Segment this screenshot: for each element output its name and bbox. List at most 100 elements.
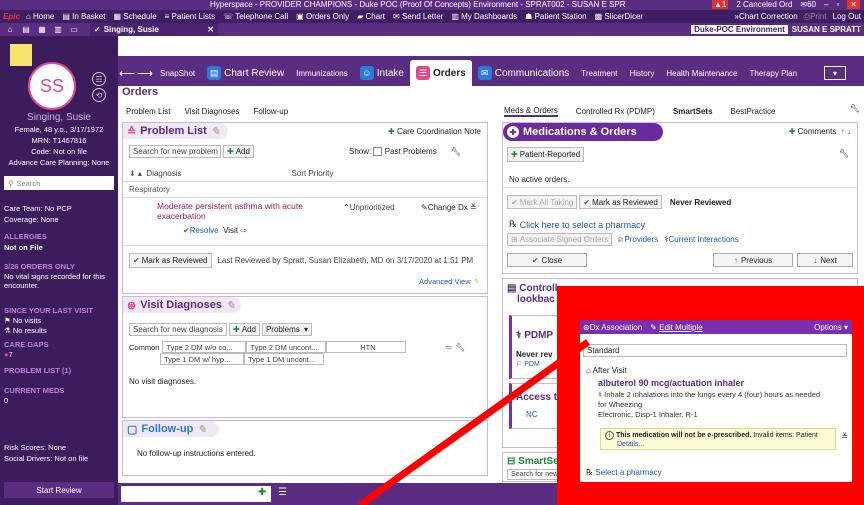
sidebar-search[interactable]: ⚲ Search <box>4 176 114 190</box>
toolbar-patient-lists[interactable]: ≡ Patient Lists <box>165 12 215 21</box>
minimize-button[interactable]: – <box>824 0 828 9</box>
advanced-view-link[interactable]: Advanced View ✎ <box>419 277 479 286</box>
edit-pencil-icon[interactable]: ✎ <box>197 423 206 436</box>
providers-link[interactable]: ☺Providers <box>616 235 658 244</box>
add-diagnosis-button[interactable]: ✚ Add <box>229 323 260 336</box>
inbox-icon[interactable]: ▤ <box>20 25 32 34</box>
tab-history[interactable]: History <box>623 60 660 86</box>
back-arrow-icon[interactable]: ⟵ <box>118 60 136 86</box>
sticky-note-icon[interactable] <box>10 44 32 66</box>
monitor-icon[interactable]: ▭ <box>68 25 80 34</box>
toolbar-telephone[interactable]: ☏ Telephone Call <box>223 12 288 21</box>
edit-pencil-icon[interactable]: ✎ <box>226 299 235 312</box>
edit-pencil-icon[interactable]: ✎ <box>211 125 220 138</box>
care-team[interactable]: Care Team: No PCP <box>4 204 116 213</box>
common-dx-1[interactable]: Type 2 DM w/o co... <box>162 341 247 353</box>
toolbar-slicerdicer[interactable]: ▩ SlicerDicer <box>595 12 643 21</box>
close-tab-icon[interactable]: ✕ <box>207 25 214 34</box>
wrench-icon[interactable]: 🔧︎ <box>839 149 849 158</box>
plus-icon[interactable]: ✚ <box>258 487 266 498</box>
care-coordination-link[interactable]: ✚ Care Coordination Note <box>388 127 481 136</box>
toolbar-orders-only[interactable]: ▣ Orders Only <box>296 12 349 21</box>
tab-health-maintenance[interactable]: Health Maintenance <box>660 60 743 86</box>
alerts-badge[interactable]: ▲1 <box>711 0 729 9</box>
dx-association-button[interactable]: ⊛Dx Association <box>583 323 642 332</box>
social-drivers[interactable]: Social Drivers: Not on file <box>4 454 116 463</box>
collapse-icon[interactable]: ≚ <box>841 432 848 441</box>
tab-communications[interactable]: ✉ Communications <box>472 60 575 86</box>
problems-dropdown[interactable]: Problems ▾ <box>261 323 312 336</box>
avatar[interactable]: SS <box>28 62 76 110</box>
tab-orders[interactable]: ☰ Orders <box>410 60 472 86</box>
common-dx-5[interactable]: Type 1 DM uncont... <box>244 353 324 365</box>
section-tab-follow-up[interactable]: Follow-up <box>253 107 288 116</box>
edit-multiple-button[interactable]: ✎ Edit Multiple <box>650 323 703 332</box>
options-dropdown[interactable]: Options ▾ <box>814 323 852 332</box>
toolbar-chart[interactable]: ▰ Chart <box>357 12 385 21</box>
section-tab-smartsets[interactable]: SmartSets <box>673 107 713 116</box>
resolve-link[interactable]: Resolve <box>190 226 219 235</box>
toolbar-schedule[interactable]: ▦ Schedule <box>113 12 156 21</box>
sort-icon[interactable]: ⇟ ▴ <box>129 169 142 178</box>
care-gaps-header[interactable]: CARE GAPS <box>4 340 116 349</box>
toolbar-patient-station[interactable]: ☗ Patient Station <box>525 12 586 21</box>
calendar-icon[interactable]: ▥ <box>52 25 64 34</box>
mark-all-taking-button[interactable]: ✔ Mark All Taking <box>507 195 578 209</box>
allergies-header[interactable]: ALLERGIES <box>4 232 116 241</box>
wrench-icon[interactable]: 🔧︎ <box>451 147 461 156</box>
wrench-icon[interactable]: 🔧︎ <box>850 104 860 113</box>
current-meds-header[interactable]: CURRENT MEDS <box>4 386 116 395</box>
change-dx-button[interactable]: ✎ Change Dx ≚ <box>421 203 477 212</box>
chart-correction-link[interactable]: »Chart Correction <box>735 12 798 22</box>
tab-chart-review[interactable]: ▤ Chart Review <box>201 60 290 86</box>
diagnosis-search-input[interactable]: Search for new diagnosis <box>129 323 227 336</box>
down-arrow-icon[interactable]: ↓ <box>847 127 851 136</box>
refresh-icon[interactable]: ⟲ <box>92 88 106 102</box>
expand-icon[interactable]: ≚ <box>470 203 477 212</box>
patient-reported-button[interactable]: ✚ Patient-Reported <box>507 147 585 162</box>
section-tab-controlled-rx[interactable]: Controlled Rx (PDMP) <box>576 107 655 116</box>
section-tab-problem-list[interactable]: Problem List <box>126 107 170 116</box>
tab-therapy-plan[interactable]: Therapy Plan <box>744 60 804 86</box>
print-link[interactable]: ⎙Print <box>804 12 827 22</box>
patient-menu-icon[interactable]: ☰ <box>92 72 106 86</box>
patient-workspace-tab[interactable]: ✓ Singing, Susie ✕ <box>90 23 218 36</box>
tab-intake[interactable]: ☺ Intake <box>354 60 410 86</box>
order-class-field[interactable]: Standard <box>583 344 847 357</box>
tab-immunizations[interactable]: Immunizations <box>290 60 354 86</box>
canceled-orders[interactable]: 2 Canceled Ord <box>736 0 792 9</box>
toolbar-send-letter[interactable]: ✉ Send Letter <box>393 12 443 21</box>
priority-dropdown[interactable]: ⌃ Unprioritized <box>343 203 395 212</box>
add-problem-button[interactable]: ✚ Add <box>223 145 254 158</box>
mark-reviewed-button[interactable]: ✔ Mark as Reviewed <box>129 253 212 268</box>
patient-name[interactable]: Singing, Susie <box>0 112 118 123</box>
list-icon[interactable]: ☰ <box>278 487 287 498</box>
comments-link[interactable]: ✚ Comments ↑ ↓ <box>789 127 851 136</box>
past-problems-checkbox[interactable] <box>373 147 383 156</box>
tab-snapshot[interactable]: SnapShot <box>154 60 201 86</box>
more-tabs-icon[interactable]: ▾ <box>824 66 846 80</box>
coverage[interactable]: Coverage: None <box>4 215 116 224</box>
epic-logo[interactable]: Epic <box>3 12 20 21</box>
interactions-link[interactable]: ⚕Current Interactions <box>664 235 739 244</box>
orders-only-header[interactable]: 3/26 ORDERS ONLY <box>4 262 116 271</box>
problem-name-link[interactable]: Moderate persistent asthma with acute ex… <box>157 201 303 221</box>
next-button[interactable]: ↓ Next <box>797 253 853 267</box>
medication-name-link[interactable]: albuterol 90 mcg/actuation inhaler <box>598 378 744 388</box>
toolbar-dashboards[interactable]: ▥ My Dashboards <box>451 12 517 21</box>
since-last-visit-header[interactable]: SINCE YOUR LAST VISIT <box>4 306 116 315</box>
section-tab-meds-orders[interactable]: Meds & Orders <box>504 106 558 117</box>
tab-treatment[interactable]: Treatment <box>575 60 623 86</box>
associate-signed-orders-button[interactable]: ⊞ Associate Signed Orders <box>507 233 613 246</box>
current-user[interactable]: SUSAN E SPRATT <box>792 25 861 34</box>
mark-reviewed-button[interactable]: ✔ Mark as Reviewed <box>579 195 662 209</box>
start-review-button[interactable]: Start Review <box>4 482 114 498</box>
visit-arrow-icon[interactable]: ⇨ <box>240 226 247 235</box>
visit-link[interactable]: Visit <box>223 226 238 235</box>
risk-scores[interactable]: Risk Scores: None <box>4 443 116 452</box>
up-arrow-icon[interactable]: ↑ <box>841 127 845 136</box>
close-button[interactable]: ✕ <box>847 0 860 9</box>
toolbar-inbasket[interactable]: ▤ In Basket <box>62 12 105 21</box>
logout-link[interactable]: Log Out <box>833 12 861 22</box>
close-button[interactable]: ✔ Close <box>507 253 587 267</box>
